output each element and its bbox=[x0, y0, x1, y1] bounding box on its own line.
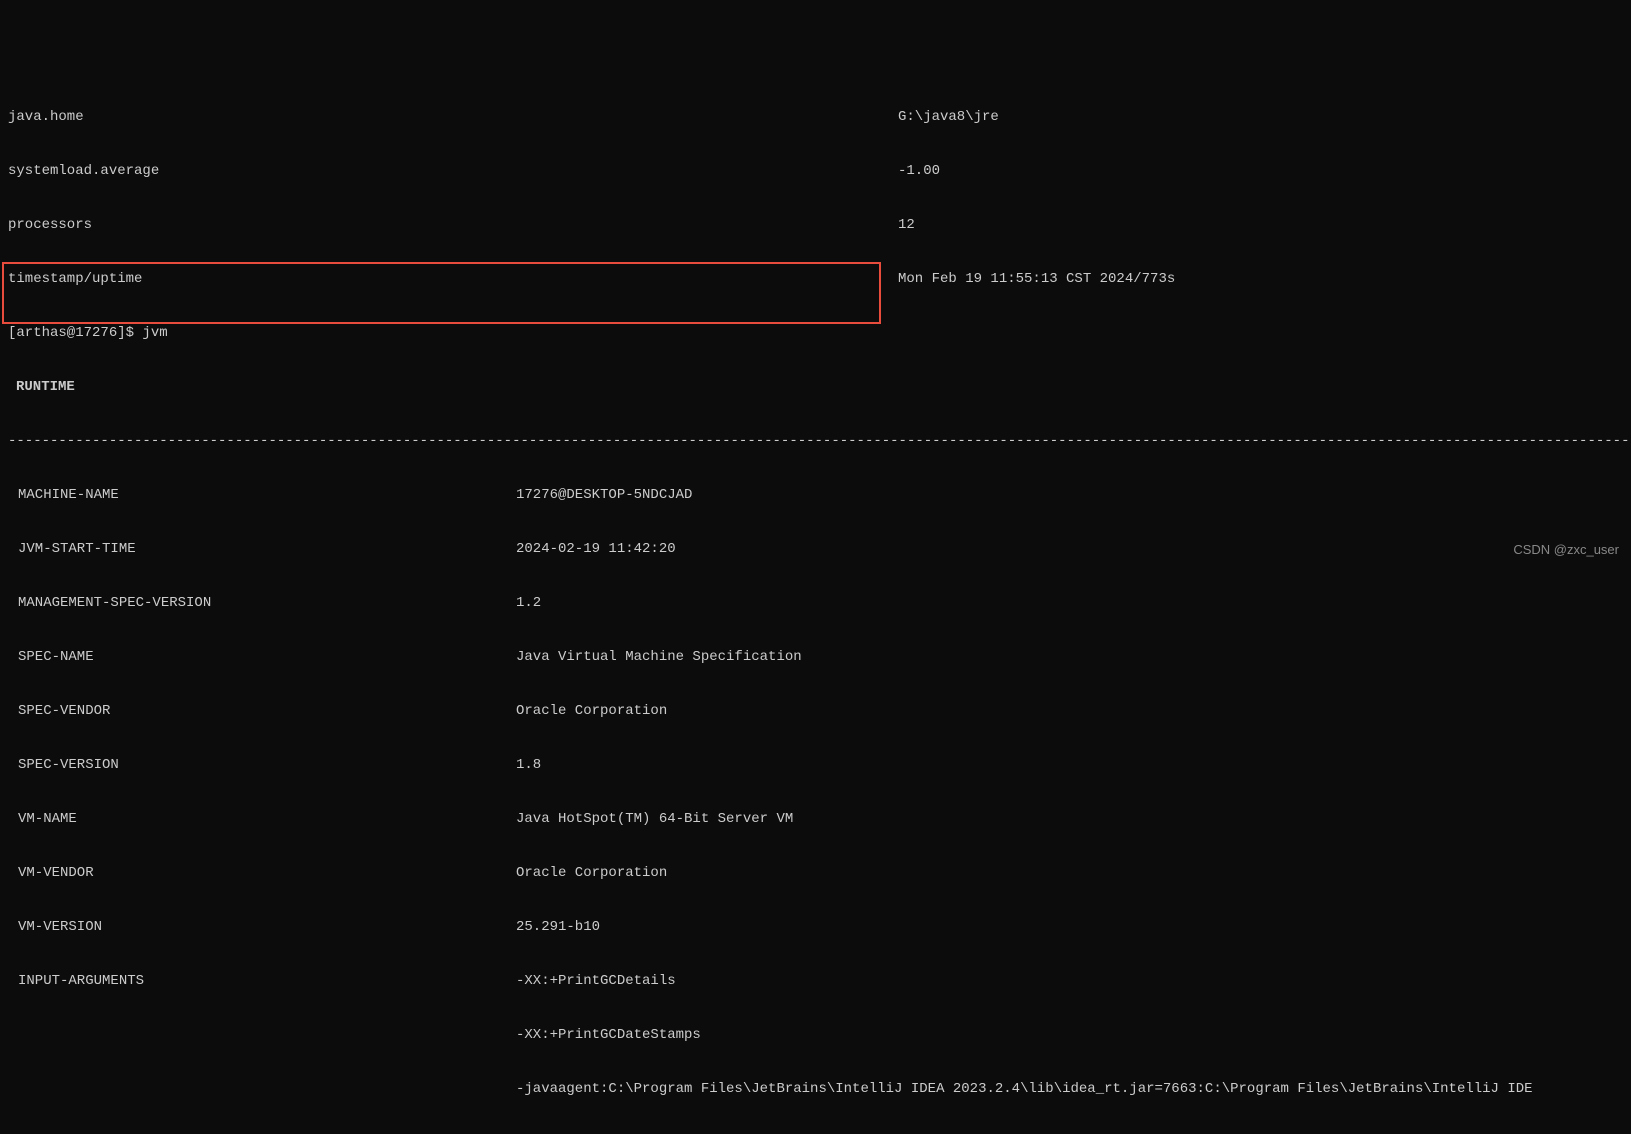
info-row: java.homeG:\java8\jre bbox=[8, 108, 1623, 126]
runtime-row: VM-VENDOROracle Corporation bbox=[8, 864, 1623, 882]
runtime-key: JVM-START-TIME bbox=[8, 540, 516, 558]
runtime-value: 2024-02-19 11:42:20 bbox=[516, 540, 1623, 558]
input-args-key: INPUT-ARGUMENTS bbox=[8, 972, 516, 990]
input-args-cont: -XX:+PrintGCDateStamps bbox=[8, 1026, 1623, 1044]
prompt-prefix: [arthas@17276]$ bbox=[8, 324, 142, 342]
info-row: processors12 bbox=[8, 216, 1623, 234]
runtime-key: MANAGEMENT-SPEC-VERSION bbox=[8, 594, 516, 612]
runtime-row: JVM-START-TIME2024-02-19 11:42:20 bbox=[8, 540, 1623, 558]
runtime-value: Oracle Corporation bbox=[516, 864, 1623, 882]
info-key: processors bbox=[8, 216, 898, 234]
runtime-row: SPEC-VERSION1.8 bbox=[8, 756, 1623, 774]
runtime-row: MACHINE-NAME17276@DESKTOP-5NDCJAD bbox=[8, 486, 1623, 504]
input-args-value: -XX:+PrintGCDetails bbox=[516, 972, 1623, 990]
blank-key bbox=[8, 1080, 516, 1098]
runtime-value: Java HotSpot(TM) 64-Bit Server VM bbox=[516, 810, 1623, 828]
info-value: 12 bbox=[898, 216, 1623, 234]
runtime-row: MANAGEMENT-SPEC-VERSION1.2 bbox=[8, 594, 1623, 612]
runtime-value: Oracle Corporation bbox=[516, 702, 1623, 720]
blank-key bbox=[8, 1026, 516, 1044]
info-value: G:\java8\jre bbox=[898, 108, 1623, 126]
section-header-runtime: RUNTIME bbox=[8, 378, 1623, 396]
info-key: timestamp/uptime bbox=[8, 270, 898, 288]
runtime-value: 17276@DESKTOP-5NDCJAD bbox=[516, 486, 1623, 504]
info-value: Mon Feb 19 11:55:13 CST 2024/773s bbox=[898, 270, 1623, 288]
runtime-value: 1.8 bbox=[516, 756, 1623, 774]
runtime-row: VM-VERSION25.291-b10 bbox=[8, 918, 1623, 936]
runtime-key: SPEC-VERSION bbox=[8, 756, 516, 774]
command-input[interactable]: jvm bbox=[142, 324, 167, 342]
info-value: -1.00 bbox=[898, 162, 1623, 180]
info-key: systemload.average bbox=[8, 162, 898, 180]
input-args-row: INPUT-ARGUMENTS-XX:+PrintGCDetails bbox=[8, 972, 1623, 990]
runtime-key: VM-VERSION bbox=[8, 918, 516, 936]
runtime-value: 25.291-b10 bbox=[516, 918, 1623, 936]
runtime-row: SPEC-VENDOROracle Corporation bbox=[8, 702, 1623, 720]
runtime-key: MACHINE-NAME bbox=[8, 486, 516, 504]
runtime-value: 1.2 bbox=[516, 594, 1623, 612]
runtime-key: VM-NAME bbox=[8, 810, 516, 828]
runtime-key: SPEC-NAME bbox=[8, 648, 516, 666]
divider-line: ----------------------------------------… bbox=[8, 432, 1623, 450]
runtime-row: VM-NAMEJava HotSpot(TM) 64-Bit Server VM bbox=[8, 810, 1623, 828]
runtime-key: SPEC-VENDOR bbox=[8, 702, 516, 720]
input-args-value: -XX:+PrintGCDateStamps bbox=[516, 1026, 1623, 1044]
info-row: systemload.average-1.00 bbox=[8, 162, 1623, 180]
prompt-line[interactable]: [arthas@17276]$ jvm bbox=[8, 324, 1623, 342]
runtime-row: SPEC-NAMEJava Virtual Machine Specificat… bbox=[8, 648, 1623, 666]
input-args-cont: -javaagent:C:\Program Files\JetBrains\In… bbox=[8, 1080, 1623, 1098]
runtime-value: Java Virtual Machine Specification bbox=[516, 648, 1623, 666]
input-args-value: -javaagent:C:\Program Files\JetBrains\In… bbox=[516, 1080, 1623, 1098]
runtime-key: VM-VENDOR bbox=[8, 864, 516, 882]
info-key: java.home bbox=[8, 108, 898, 126]
watermark-text: CSDN @zxc_user bbox=[1513, 541, 1619, 559]
info-row: timestamp/uptimeMon Feb 19 11:55:13 CST … bbox=[8, 270, 1623, 288]
terminal-output[interactable]: java.homeG:\java8\jre systemload.average… bbox=[0, 72, 1631, 1134]
